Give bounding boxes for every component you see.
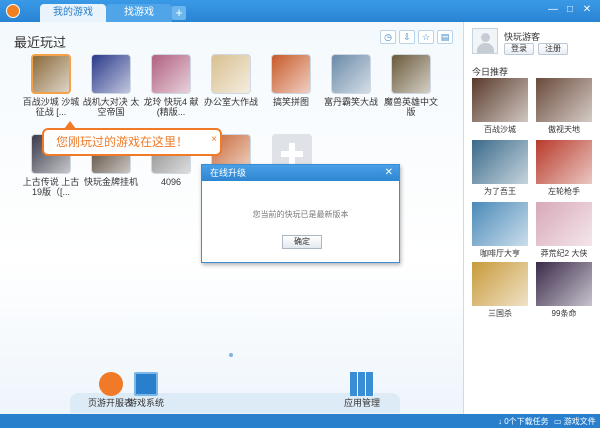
recommend-thumbnail — [472, 140, 528, 184]
title-bar: 我的游戏 找游戏 + — □ ✕ — [0, 0, 600, 22]
game-folder-label: 游戏文件夹 — [563, 417, 596, 426]
dialog-header: 在线升级 ✕ — [202, 165, 399, 181]
add-tab-button[interactable]: + — [172, 6, 186, 20]
game-thumbnail — [31, 54, 71, 94]
avatar[interactable] — [472, 28, 498, 54]
game-label: 百战沙城 沙城征战 [... — [22, 97, 80, 117]
game-label: 搞笑拼图 — [272, 97, 309, 107]
game-folder-link[interactable]: ▭ 游戏文件夹 — [554, 416, 600, 428]
game-thumbnail — [271, 54, 311, 94]
game-label: 魔兽英雄中文版 — [383, 97, 438, 117]
dialog-close-icon[interactable]: ✕ — [385, 165, 393, 181]
recommend-thumbnail — [536, 140, 592, 184]
recommend-thumbnail — [536, 262, 592, 306]
monitor-icon — [134, 372, 158, 396]
recommend-title: 今日推荐 — [472, 67, 509, 77]
page-indicator[interactable] — [229, 353, 233, 357]
dock-label: 应用管理 — [344, 398, 381, 408]
recommend-item[interactable]: 咖啡厅大亨 — [472, 202, 528, 259]
close-button[interactable]: ✕ — [580, 4, 594, 17]
page-game-icon — [98, 372, 123, 396]
game-item[interactable]: 龙玲 快玩4 献 (精版... — [142, 54, 200, 117]
tooltip-close-icon[interactable]: × — [211, 128, 217, 152]
recommend-thumbnail — [472, 78, 528, 122]
recommend-thumbnail — [536, 202, 592, 246]
register-button[interactable]: 注册 — [538, 43, 568, 55]
game-thumbnail — [331, 54, 371, 94]
recommend-item[interactable]: 为了吾王 — [472, 140, 528, 197]
download-icon[interactable]: ⇩ — [399, 30, 415, 44]
dock-label: 游戏系统 — [128, 398, 165, 408]
clock-icon[interactable]: ◷ — [380, 30, 396, 44]
game-item[interactable]: 百战沙城 沙城征战 [... — [22, 54, 80, 117]
star-icon[interactable]: ☆ — [418, 30, 434, 44]
recommend-item[interactable]: 99条命 — [536, 262, 592, 319]
game-thumbnail — [211, 54, 251, 94]
recommend-item[interactable]: 莽荒纪2 大侠 — [536, 202, 592, 259]
dock-item-game-system[interactable]: 游戏系统 — [128, 372, 164, 409]
game-label: 富丹霸笑大战 — [323, 97, 378, 107]
recommend-label: 咖啡厅大亨 — [480, 249, 520, 258]
recommend-thumbnail — [472, 262, 528, 306]
download-count: 0个下载任务 — [504, 417, 549, 426]
recommend-label: 为了吾王 — [484, 187, 516, 196]
recommend-label: 莽荒纪2 大侠 — [540, 249, 588, 258]
recommend-thumbnail — [536, 78, 592, 122]
tab-my-games[interactable]: 我的游戏 — [40, 4, 106, 22]
recommend-thumbnail — [472, 202, 528, 246]
minimize-button[interactable]: — — [546, 4, 560, 17]
recommend-item[interactable]: 傲视天地 — [536, 78, 592, 135]
game-thumbnail — [151, 54, 191, 94]
game-item[interactable]: 办公室大作战 — [202, 54, 260, 107]
dock-label: 页游开服表 — [88, 398, 134, 408]
game-label: 战机大对决 太空帝国 — [82, 97, 140, 117]
dialog-message: 您当前的快玩已是最新版本 — [252, 210, 349, 219]
dialog-title: 在线升级 — [210, 168, 247, 178]
download-tasks[interactable]: ↓ 0个下载任务 — [498, 416, 549, 427]
game-thumbnail — [91, 54, 131, 94]
username: 快玩游客 — [504, 32, 541, 42]
app-logo — [6, 4, 20, 18]
recommend-label: 三国杀 — [488, 309, 512, 318]
tab-find-games[interactable]: 找游戏 — [106, 4, 172, 22]
dock-item-page-game[interactable]: 页游开服表 — [88, 372, 133, 409]
recommend-label: 99条命 — [551, 309, 577, 318]
maximize-button[interactable]: □ — [563, 4, 577, 17]
toolbar: ◷ ⇩ ☆ ▤ — [380, 30, 453, 44]
upgrade-dialog: 在线升级 ✕ 您当前的快玩已是最新版本 确定 — [201, 164, 400, 263]
login-button[interactable]: 登录 — [504, 43, 534, 55]
game-item[interactable]: 魔兽英雄中文版 — [382, 54, 440, 117]
game-label: 快玩金牌挂机 — [83, 177, 138, 187]
right-panel: 快玩游客 登录 注册 今日推荐 百战沙城 傲视天地 为了吾王 左轮枪手 咖啡厅大… — [463, 22, 600, 414]
recommend-label: 左轮枪手 — [548, 187, 580, 196]
recommend-item[interactable]: 百战沙城 — [472, 78, 528, 135]
game-label: 上古传说 上古19版（[... — [22, 177, 80, 197]
recommend-item[interactable]: 三国杀 — [472, 262, 528, 319]
game-label: 办公室大作战 — [203, 97, 258, 107]
dock-item-app-manage[interactable]: 应用管理 — [344, 372, 380, 409]
tooltip-text: 您刚玩过的游戏在这里！ — [56, 135, 189, 149]
ok-button[interactable]: 确定 — [282, 235, 322, 249]
app-grid-icon — [350, 372, 374, 396]
recommend-label: 傲视天地 — [548, 125, 580, 134]
game-item[interactable]: 富丹霸笑大战 — [322, 54, 380, 107]
recommend-label: 百战沙城 — [484, 125, 516, 134]
trash-icon[interactable]: ▤ — [437, 30, 453, 44]
game-thumbnail — [391, 54, 431, 94]
game-item[interactable]: 战机大对决 太空帝国 — [82, 54, 140, 117]
game-label: 龙玲 快玩4 献 (精版... — [143, 97, 199, 117]
status-bar: ↓ 0个下载任务 ▭ 游戏文件夹 — [0, 414, 600, 428]
recommend-item[interactable]: 左轮枪手 — [536, 140, 592, 197]
section-title: 最近玩过 — [14, 35, 67, 50]
game-label: 4096 — [160, 177, 182, 187]
game-item[interactable]: 搞笑拼图 — [262, 54, 320, 107]
recent-games-tooltip: 您刚玩过的游戏在这里！ × — [42, 121, 222, 156]
